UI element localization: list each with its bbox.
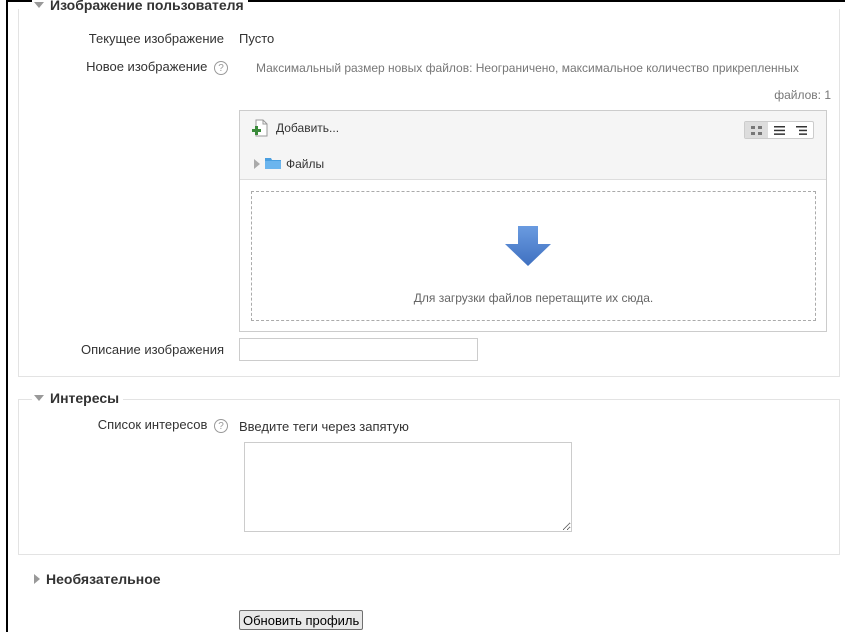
help-icon[interactable]: ? bbox=[214, 60, 228, 75]
expand-triangle-icon bbox=[34, 574, 40, 584]
interests-label: Список интересов bbox=[97, 417, 208, 432]
file-picker: Добавить... Файлы Для загрузки файлов пе… bbox=[239, 110, 827, 332]
file-limit-note-line2: файлов: 1 bbox=[774, 88, 831, 102]
help-icon[interactable]: ? bbox=[214, 418, 228, 433]
list-view-icon[interactable] bbox=[768, 122, 791, 138]
interests-row-label: Список интересов ? bbox=[98, 417, 228, 433]
image-description-label: Описание изображения bbox=[80, 342, 224, 357]
drop-hint: Для загрузки файлов перетащите их сюда. bbox=[413, 291, 654, 305]
user-image-legend-text: Изображение пользователя bbox=[50, 0, 244, 13]
view-mode-switcher bbox=[744, 121, 814, 139]
drop-zone[interactable]: Для загрузки файлов перетащите их сюда. bbox=[251, 191, 816, 321]
current-image-label: Текущее изображение bbox=[88, 31, 224, 46]
icons-view-icon[interactable] bbox=[745, 122, 768, 138]
interests-legend-text: Интересы bbox=[50, 390, 120, 406]
add-file-button[interactable]: Добавить... bbox=[252, 119, 339, 137]
folder-icon bbox=[265, 156, 281, 172]
folder-path-bar: Файлы bbox=[240, 147, 826, 180]
optional-legend[interactable]: Необязательное bbox=[32, 571, 165, 587]
expand-triangle-icon bbox=[254, 159, 260, 169]
collapse-triangle-icon bbox=[34, 395, 44, 401]
collapse-triangle-icon bbox=[34, 2, 44, 8]
add-file-icon bbox=[252, 119, 268, 137]
interests-hint: Введите теги через запятую bbox=[239, 419, 409, 434]
new-image-label: Новое изображение bbox=[86, 59, 208, 74]
optional-legend-text: Необязательное bbox=[46, 571, 161, 587]
update-profile-button[interactable]: Обновить профиль bbox=[239, 610, 364, 630]
file-picker-toolbar: Добавить... bbox=[240, 111, 826, 148]
profile-form: Изображение пользователя Текущее изображ… bbox=[6, 0, 845, 632]
new-image-row-label: Новое изображение ? bbox=[86, 59, 228, 75]
drop-arrow-icon bbox=[505, 226, 551, 269]
file-limit-note-line1: Максимальный размер новых файлов: Неогра… bbox=[256, 61, 799, 75]
user-image-legend[interactable]: Изображение пользователя bbox=[32, 0, 248, 13]
tree-view-icon[interactable] bbox=[790, 122, 813, 138]
add-file-label: Добавить... bbox=[276, 121, 340, 135]
current-image-value: Пусто bbox=[239, 31, 275, 46]
interests-textarea[interactable] bbox=[244, 442, 572, 532]
folder-label: Файлы bbox=[286, 157, 325, 171]
files-folder[interactable]: Файлы bbox=[254, 156, 324, 172]
image-description-input[interactable] bbox=[239, 338, 478, 361]
interests-legend[interactable]: Интересы bbox=[32, 390, 124, 406]
